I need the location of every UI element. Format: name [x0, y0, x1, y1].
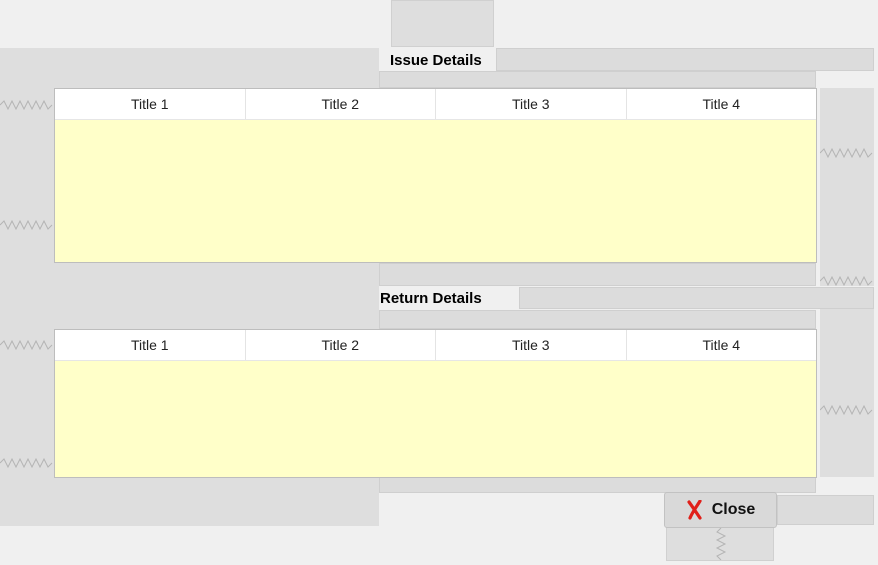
- return-column-header[interactable]: Title 3: [436, 330, 627, 360]
- top-center-block: [391, 0, 494, 47]
- footer-right-strip: [777, 495, 874, 525]
- splitter-grip-icon: [820, 148, 873, 158]
- issue-details-table[interactable]: Title 1 Title 2 Title 3 Title 4: [54, 88, 817, 263]
- issue-column-header[interactable]: Title 4: [627, 89, 817, 119]
- splitter-grip-icon: [715, 528, 727, 560]
- issue-header-strip: [496, 48, 874, 71]
- return-details-table[interactable]: Title 1 Title 2 Title 3 Title 4: [54, 329, 817, 478]
- return-bottom-strip: [379, 477, 816, 493]
- return-table-header: Title 1 Title 2 Title 3 Title 4: [55, 330, 816, 361]
- issue-column-header[interactable]: Title 3: [436, 89, 627, 119]
- issue-column-header[interactable]: Title 1: [55, 89, 246, 119]
- issue-column-header[interactable]: Title 2: [246, 89, 436, 119]
- issue-table-header: Title 1 Title 2 Title 3 Title 4: [55, 89, 816, 120]
- close-button-label: Close: [711, 501, 756, 518]
- right-panel-upper: [820, 88, 874, 286]
- return-column-header[interactable]: Title 1: [55, 330, 246, 360]
- splitter-grip-icon: [0, 458, 53, 468]
- return-details-label: Return Details: [380, 290, 482, 307]
- splitter-grip-icon: [0, 220, 53, 230]
- issue-details-label: Issue Details: [390, 52, 482, 69]
- return-column-header[interactable]: Title 4: [627, 330, 817, 360]
- x-icon: [687, 500, 702, 520]
- splitter-grip-icon: [820, 405, 873, 415]
- issue-bottom-strip: [379, 263, 816, 286]
- close-button[interactable]: Close: [664, 492, 777, 528]
- splitter-grip-icon: [0, 100, 53, 110]
- return-column-header[interactable]: Title 2: [246, 330, 436, 360]
- splitter-grip-icon: [0, 340, 53, 350]
- splitter-grip-icon: [820, 276, 873, 286]
- return-top-strip: [379, 310, 816, 329]
- issue-top-strip: [379, 71, 816, 88]
- right-panel-lower: [820, 309, 874, 477]
- return-header-strip: [519, 287, 874, 309]
